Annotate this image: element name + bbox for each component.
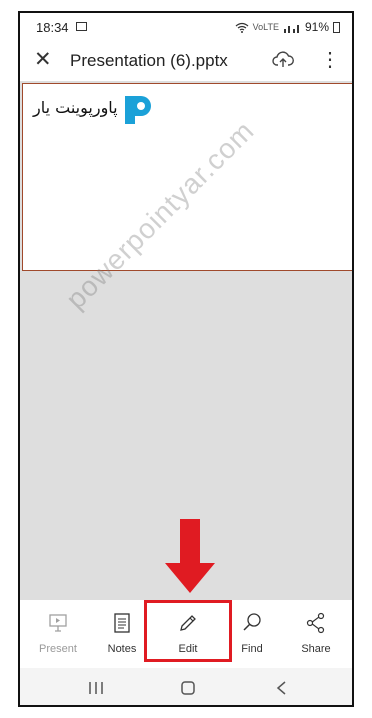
- share-button[interactable]: Share: [286, 600, 346, 668]
- status-time: 18:34: [36, 20, 69, 35]
- signal-icon: [283, 24, 299, 33]
- system-nav-bar: [20, 668, 352, 705]
- battery-percent: 91%: [304, 20, 329, 34]
- edit-highlight-box: [144, 600, 232, 662]
- slide-logo-text: پاورپوینت یار: [33, 98, 118, 117]
- status-indicators: VoLTE 91%: [235, 20, 340, 34]
- battery-icon: [333, 21, 340, 33]
- volte-icon: VoLTE: [252, 22, 279, 32]
- cloud-upload-icon[interactable]: [272, 51, 294, 69]
- powerpointyar-logo-icon: [125, 96, 151, 124]
- red-arrow-annotation-icon: [165, 519, 215, 593]
- status-bar: 18:34 VoLTE 91%: [20, 13, 352, 41]
- gallery-notification-icon: [76, 22, 87, 31]
- present-button[interactable]: Present: [28, 600, 88, 668]
- back-icon[interactable]: [262, 676, 302, 700]
- more-options-icon[interactable]: ⋮: [320, 50, 340, 70]
- home-icon[interactable]: [168, 676, 208, 700]
- share-label: Share: [301, 643, 331, 655]
- recent-apps-icon[interactable]: [76, 676, 116, 700]
- present-icon: [49, 614, 67, 632]
- share-icon: [306, 612, 325, 634]
- wifi-icon: [235, 22, 249, 33]
- notes-button[interactable]: Notes: [92, 600, 152, 668]
- app-bar: ✕ Presentation (6).pptx ⋮: [20, 41, 352, 81]
- notes-icon: [114, 613, 130, 633]
- present-label: Present: [39, 643, 77, 655]
- search-icon: [243, 613, 261, 631]
- phone-screen: 18:34 VoLTE 91% ✕ Presentation (6).pptx …: [18, 11, 354, 707]
- document-title: Presentation (6).pptx: [70, 51, 228, 70]
- close-icon[interactable]: ✕: [34, 49, 52, 71]
- notes-label: Notes: [107, 643, 137, 655]
